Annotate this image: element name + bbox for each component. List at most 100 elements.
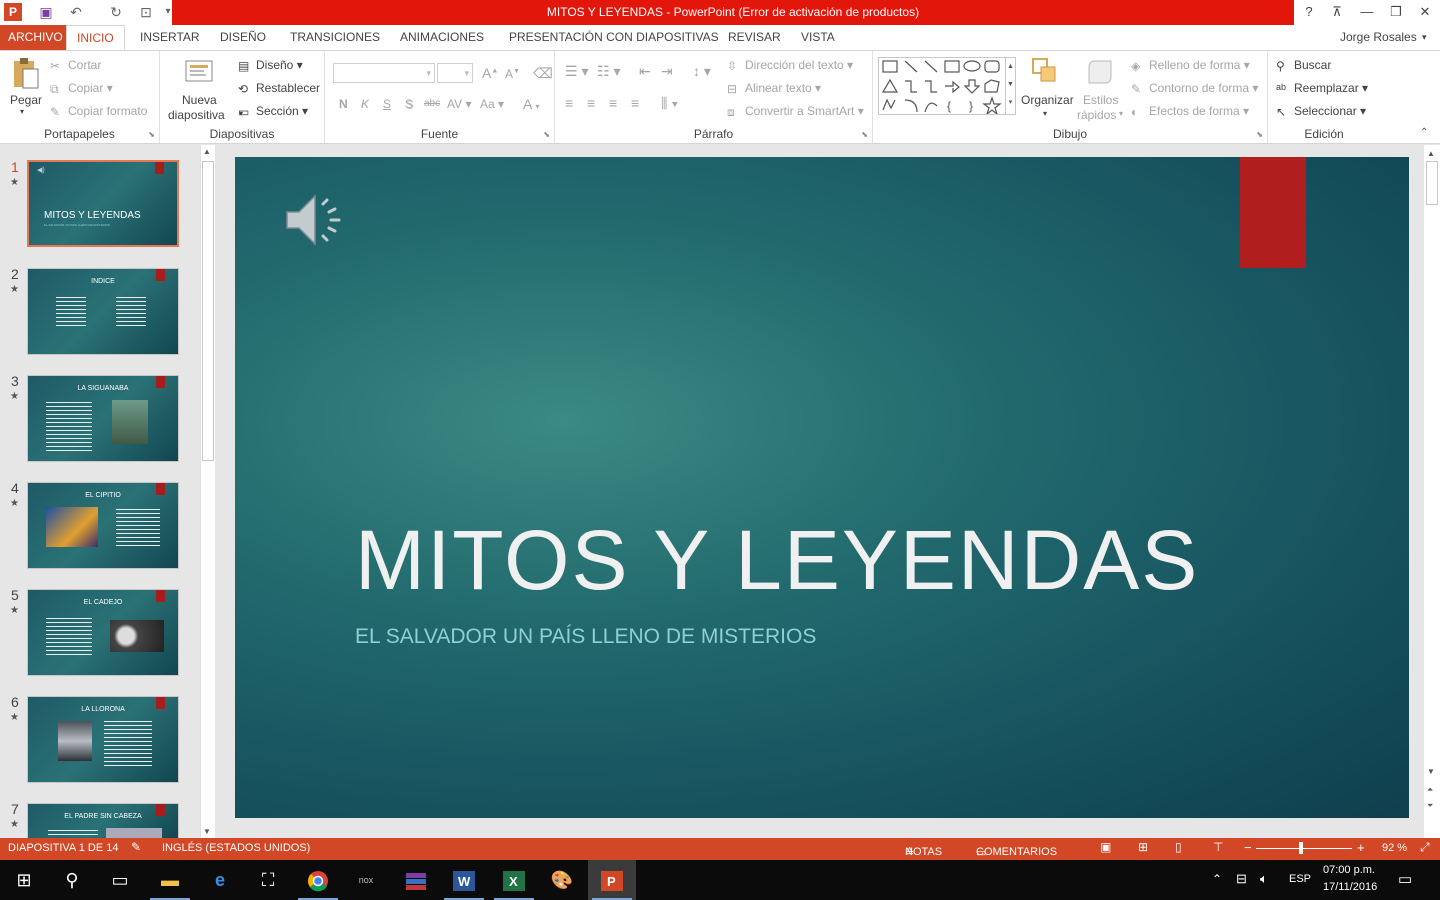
new-slide-label-1[interactable]: Nueva bbox=[182, 93, 217, 107]
search-icon[interactable]: ⚲ bbox=[48, 860, 96, 900]
winrar-icon[interactable] bbox=[392, 860, 440, 900]
shape-effects-button[interactable]: ◐ Efectos de forma ▾ bbox=[1131, 104, 1249, 119]
clear-format-icon[interactable]: ⌫ bbox=[533, 65, 553, 82]
tab-animaciones[interactable]: ANIMACIONES bbox=[392, 25, 492, 50]
select-button[interactable]: ↖ Seleccionar ▾ bbox=[1276, 104, 1366, 119]
chrome-icon[interactable] bbox=[294, 860, 342, 900]
powerpoint-logo-icon[interactable]: P bbox=[4, 3, 22, 21]
next-slide-icon[interactable]: ⏷ bbox=[1427, 801, 1433, 811]
tab-transiciones[interactable]: TRANSICIONES bbox=[282, 25, 388, 50]
zoom-level[interactable]: 92 % bbox=[1382, 842, 1407, 854]
slide-subtitle[interactable]: EL SALVADOR UN PAÍS LLENO DE MISTERIOS bbox=[355, 625, 816, 649]
slide-scrollbar[interactable]: ▲ ▼ ⏶ ⏷ bbox=[1424, 145, 1440, 838]
spellcheck-icon[interactable]: ✎ bbox=[131, 840, 141, 854]
quick-styles-label-2[interactable]: rápidos bbox=[1077, 108, 1116, 122]
zoom-in-button[interactable]: + bbox=[1357, 840, 1365, 855]
tab-insertar[interactable]: INSERTAR bbox=[132, 25, 208, 50]
cut-button[interactable]: ✂ Cortar bbox=[50, 58, 101, 73]
tab-revisar[interactable]: REVISAR bbox=[720, 25, 789, 50]
slide-thumbnail-3[interactable]: LA SIGUANABA bbox=[27, 375, 179, 462]
italic-button[interactable]: K bbox=[361, 97, 369, 111]
grow-font-icon[interactable]: A▲ bbox=[482, 65, 498, 81]
underline-button[interactable]: S bbox=[383, 97, 391, 111]
language-tray[interactable]: ESP bbox=[1289, 873, 1311, 885]
find-button[interactable]: ⚲ Buscar bbox=[1276, 58, 1331, 73]
help-button[interactable]: ? bbox=[1294, 0, 1324, 25]
justify-icon[interactable]: ≡ bbox=[631, 95, 639, 111]
thumbnails-scrollbar[interactable]: ▲ ▼ bbox=[200, 145, 215, 838]
undo-icon[interactable]: ↶ bbox=[66, 2, 86, 22]
drawing-launcher-icon[interactable]: ⬊ bbox=[1256, 130, 1263, 139]
bold-button[interactable]: N bbox=[339, 97, 348, 111]
save-icon[interactable]: ▣ bbox=[36, 2, 56, 22]
arrange-button[interactable]: Organizar bbox=[1021, 93, 1074, 107]
zoom-out-button[interactable]: − bbox=[1244, 840, 1252, 855]
current-slide[interactable]: MITOS Y LEYENDAS EL SALVADOR UN PAÍS LLE… bbox=[235, 157, 1409, 818]
reading-view-icon[interactable]: ▯ bbox=[1175, 840, 1182, 854]
minimize-button[interactable]: — bbox=[1352, 0, 1382, 25]
section-button[interactable]: ▭ Sección ▾ bbox=[238, 104, 308, 119]
user-name[interactable]: Jorge Rosales bbox=[1340, 25, 1417, 50]
clipboard-launcher-icon[interactable]: ⬊ bbox=[148, 130, 155, 139]
tab-archivo[interactable]: ARCHIVO bbox=[0, 25, 71, 50]
scroll-down-icon[interactable]: ▼ bbox=[203, 827, 211, 836]
scroll-up-icon[interactable]: ▲ bbox=[203, 147, 211, 156]
file-explorer-icon[interactable]: ▬ bbox=[146, 860, 194, 900]
quick-styles-icon[interactable] bbox=[1085, 57, 1115, 87]
normal-view-icon[interactable]: ▣ bbox=[1100, 840, 1111, 854]
slide-thumbnail-4[interactable]: EL CIPITIO bbox=[27, 482, 179, 569]
align-center-icon[interactable]: ≡ bbox=[587, 95, 595, 111]
shrink-font-icon[interactable]: A▼ bbox=[505, 67, 520, 81]
quick-styles-dropdown-icon[interactable]: ▾ bbox=[1119, 109, 1123, 118]
replace-button[interactable]: ab Reemplazar ▾ bbox=[1276, 81, 1368, 96]
restore-button[interactable]: ❐ bbox=[1381, 0, 1411, 25]
scrollbar-thumb[interactable] bbox=[1426, 161, 1438, 205]
fit-slide-icon[interactable]: ⤢ bbox=[1420, 840, 1430, 855]
slide-thumbnail-7[interactable]: EL PADRE SIN CABEZA bbox=[27, 803, 179, 839]
font-name-select[interactable]: ▾ bbox=[333, 63, 435, 83]
paste-button[interactable]: Pegar bbox=[10, 93, 42, 107]
slideshow-view-icon[interactable]: ⊤ bbox=[1213, 840, 1223, 854]
tab-presentacion[interactable]: PRESENTACIÓN CON DIAPOSITIVAS bbox=[501, 25, 727, 50]
paste-dropdown-icon[interactable]: ▾ bbox=[20, 107, 24, 116]
slide-thumbnail-1[interactable]: ◀) MITOS Y LEYENDAS EL SALVADOR UN PAÍS … bbox=[27, 160, 179, 247]
paint-icon[interactable]: 🎨 bbox=[538, 860, 586, 900]
close-button[interactable]: ✕ bbox=[1410, 0, 1440, 25]
slide-thumbnail-5[interactable]: EL CADEJO bbox=[27, 589, 179, 676]
smartart-button[interactable]: ⧈ Convertir a SmartArt ▾ bbox=[727, 104, 864, 119]
language-indicator[interactable]: INGLÉS (ESTADOS UNIDOS) bbox=[162, 842, 310, 854]
store-icon[interactable]: ⛶ bbox=[244, 860, 292, 900]
scrollbar-thumb[interactable] bbox=[202, 161, 214, 461]
new-slide-label-2[interactable]: diapositiva bbox=[168, 108, 225, 122]
font-color-button[interactable]: A ▾ bbox=[523, 96, 539, 112]
shadow-button[interactable]: S bbox=[405, 97, 413, 111]
slide-title[interactable]: MITOS Y LEYENDAS bbox=[355, 512, 1199, 609]
arrange-dropdown-icon[interactable]: ▾ bbox=[1043, 109, 1047, 118]
align-text-button[interactable]: ⊟ Alinear texto ▾ bbox=[727, 81, 821, 96]
copy-button[interactable]: ⧉ Copiar ▾ bbox=[50, 81, 113, 96]
new-slide-icon[interactable] bbox=[184, 57, 214, 87]
nox-icon[interactable]: nox bbox=[342, 860, 390, 900]
notifications-icon[interactable]: ▭ bbox=[1398, 870, 1412, 888]
format-painter-button[interactable]: ✎ Copiar formato bbox=[50, 104, 147, 119]
redo-icon[interactable]: ↻ bbox=[106, 2, 126, 22]
word-icon[interactable]: W bbox=[440, 860, 488, 900]
columns-icon[interactable]: ⫼ ▾ bbox=[661, 95, 678, 112]
powerpoint-taskbar-icon[interactable]: P bbox=[588, 860, 636, 900]
ribbon-options-button[interactable]: ⊼ bbox=[1322, 0, 1352, 25]
scroll-down-icon[interactable]: ▼ bbox=[1427, 767, 1435, 776]
slide-thumbnail-6[interactable]: LA LLORONA bbox=[27, 696, 179, 783]
slide-sorter-icon[interactable]: ⊞ bbox=[1138, 840, 1148, 854]
shapes-gallery-scroll-icon[interactable]: ▲ ▼ ▾ bbox=[1005, 58, 1015, 114]
quick-styles-label-1[interactable]: Estilos bbox=[1083, 93, 1118, 107]
reset-button[interactable]: ⟲ Restablecer bbox=[238, 81, 320, 96]
tab-inicio[interactable]: INICIO bbox=[66, 25, 125, 50]
char-spacing-button[interactable]: AV ▾ bbox=[447, 97, 471, 111]
zoom-slider-thumb[interactable] bbox=[1299, 842, 1303, 854]
scroll-up-icon[interactable]: ▲ bbox=[1427, 149, 1435, 158]
line-spacing-icon[interactable]: ↕ ▾ bbox=[693, 63, 711, 80]
excel-icon[interactable]: X bbox=[490, 860, 538, 900]
tab-diseno[interactable]: DISEÑO bbox=[212, 25, 274, 50]
bullets-icon[interactable]: ☰ ▾ bbox=[565, 63, 588, 80]
align-left-icon[interactable]: ≡ bbox=[565, 95, 573, 111]
